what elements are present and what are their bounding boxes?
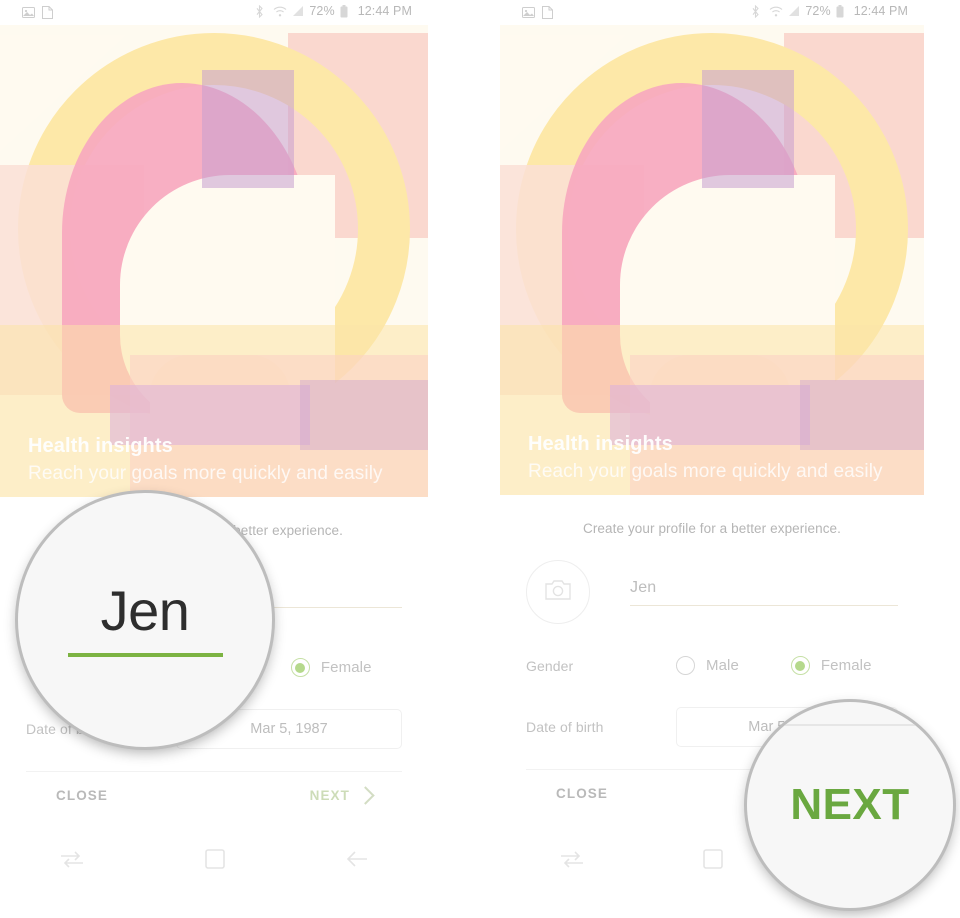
status-bar-right-icons: 72% 12:44 PM (255, 4, 412, 18)
photo-and-name-row: Jen (526, 560, 898, 624)
document-icon (542, 6, 555, 19)
hero-card: Health insights Reach your goals more qu… (0, 25, 428, 497)
name-input[interactable]: Jen (630, 579, 898, 605)
gender-option-male[interactable]: Male (676, 656, 739, 675)
chevron-right-icon (356, 786, 375, 805)
callout-next-zoom: NEXT (747, 702, 953, 908)
signal-icon (787, 5, 800, 18)
callout-name-zoom: Jen (18, 493, 272, 747)
radio-female-icon (790, 656, 810, 675)
image-icon (22, 6, 35, 19)
battery-icon (836, 4, 849, 18)
recents-icon[interactable] (559, 849, 585, 869)
status-bar-right-right-icons: 72% 12:44 PM (751, 4, 908, 18)
clock: 12:44 PM (853, 4, 908, 18)
callout-next-text: NEXT (790, 780, 910, 829)
next-button[interactable]: NEXT (309, 786, 375, 805)
home-icon[interactable] (204, 848, 226, 870)
gender-option-female[interactable]: Female (790, 656, 872, 675)
wifi-icon (769, 5, 783, 18)
battery-percent: 72% (309, 4, 335, 18)
clock: 12:44 PM (357, 4, 412, 18)
dob-label: Date of birth (526, 719, 604, 735)
hero-title: Health insights (28, 434, 173, 457)
action-bar: CLOSE NEXT (26, 772, 402, 805)
next-button-label: NEXT (309, 788, 350, 803)
hero-subtitle: Reach your goals more quickly and easily (528, 460, 883, 482)
back-icon[interactable] (345, 849, 369, 869)
phone-screen-left: 72% 12:44 PM Health insights Reach your … (0, 0, 428, 918)
recents-icon[interactable] (59, 849, 85, 869)
close-button[interactable]: CLOSE (56, 788, 108, 803)
radio-female-label: Female (320, 659, 372, 676)
gender-label: Gender (526, 657, 574, 674)
callout-name-underline (67, 653, 223, 657)
battery-percent: 72% (805, 4, 831, 18)
form-hint: Create your profile for a better experie… (582, 521, 842, 536)
profile-photo-button[interactable] (526, 560, 590, 624)
status-bar-right: 72% 12:44 PM (500, 0, 924, 25)
bluetooth-icon (751, 4, 764, 18)
name-field-wrapper: Jen (630, 579, 898, 606)
radio-male-icon (676, 656, 695, 675)
radio-female-icon (290, 658, 310, 677)
gender-option-female[interactable]: Female (290, 658, 372, 677)
hero-caption: Health insights Reach your goals more qu… (28, 435, 410, 485)
camera-icon (545, 579, 571, 606)
hero-shape-purple-block (702, 70, 794, 188)
status-bar-left-icons (22, 6, 55, 19)
home-icon[interactable] (702, 848, 724, 870)
android-nav-bar (0, 836, 428, 882)
hero-title: Health insights (528, 432, 673, 455)
callout-name-text: Jen (100, 579, 190, 642)
status-bar: 72% 12:44 PM (0, 0, 428, 25)
name-underline (630, 604, 898, 606)
document-icon (42, 6, 55, 19)
hero-subtitle: Reach your goals more quickly and easily (28, 462, 383, 484)
gender-row: Gender Male Female (526, 656, 898, 675)
signal-icon (291, 5, 304, 18)
battery-icon (340, 4, 353, 18)
bluetooth-icon (255, 4, 268, 18)
image-icon (522, 6, 535, 19)
screenshot-stage: 72% 12:44 PM Health insights Reach your … (0, 0, 960, 918)
hero-shape-purple-block (202, 70, 294, 188)
radio-female-label: Female (820, 657, 872, 674)
hero-card-right: Health insights Reach your goals more qu… (500, 25, 924, 495)
close-button[interactable]: CLOSE (556, 786, 608, 801)
radio-male-label: Male (706, 657, 739, 674)
hero-caption: Health insights Reach your goals more qu… (528, 433, 906, 483)
status-bar-right-left-icons (522, 6, 555, 19)
wifi-icon (273, 5, 287, 18)
callout-next-divider (773, 724, 927, 726)
